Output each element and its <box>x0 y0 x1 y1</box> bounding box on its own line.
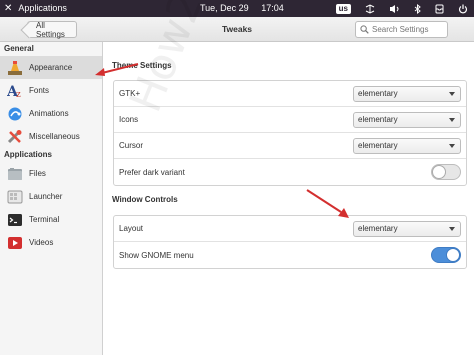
sidebar-item-appearance[interactable]: Appearance <box>0 56 102 79</box>
icons-row: Icons elementary <box>114 107 466 133</box>
gtk-row: GTK+ elementary <box>114 81 466 107</box>
date-label: Tue, Dec 29 <box>200 3 249 13</box>
icons-label: Icons <box>119 115 139 124</box>
clock[interactable]: Tue, Dec 29 17:04 <box>200 0 294 17</box>
time-label: 17:04 <box>261 3 284 13</box>
chevron-down-icon <box>449 144 455 148</box>
videos-icon <box>7 235 23 251</box>
sidebar-item-label: Terminal <box>29 215 60 224</box>
sidebar-item-files[interactable]: Files <box>0 162 102 185</box>
search-input[interactable] <box>369 25 445 34</box>
svg-text:z: z <box>16 90 21 99</box>
gtk-theme-value: elementary <box>358 89 398 98</box>
cursor-row: Cursor elementary <box>114 133 466 159</box>
appearance-icon <box>7 60 23 76</box>
sidebar-section-general: General <box>4 44 34 53</box>
window-controls-title: Window Controls <box>112 195 178 204</box>
volume-icon[interactable] <box>389 0 400 17</box>
chevron-down-icon <box>449 92 455 96</box>
gnome-menu-row: Show GNOME menu <box>114 242 466 268</box>
header-bar: All Settings Tweaks <box>0 17 474 42</box>
sidebar-item-animations[interactable]: Animations <box>0 102 102 125</box>
cursor-theme-value: elementary <box>358 141 398 150</box>
main-content: Theme Settings GTK+ elementary Icons ele… <box>104 42 474 355</box>
icons-theme-dropdown[interactable]: elementary <box>353 112 461 128</box>
dark-variant-label: Prefer dark variant <box>119 167 185 177</box>
sidebar-item-terminal[interactable]: Terminal <box>0 208 102 231</box>
close-icon[interactable]: ✕ <box>4 0 12 17</box>
notifications-icon[interactable] <box>435 0 444 17</box>
cursor-label: Cursor <box>119 141 144 150</box>
sidebar-item-label: Appearance <box>29 63 73 72</box>
layout-dropdown[interactable]: elementary <box>353 221 461 237</box>
files-icon <box>7 166 23 182</box>
search-icon <box>360 21 369 39</box>
cursor-theme-dropdown[interactable]: elementary <box>353 138 461 154</box>
theme-settings-title: Theme Settings <box>112 61 172 70</box>
network-icon[interactable] <box>365 0 375 17</box>
system-tray: us <box>335 0 468 17</box>
chevron-down-icon <box>449 118 455 122</box>
all-settings-button[interactable]: All Settings <box>27 20 77 39</box>
sidebar: General Appearance Az Fonts Animations M… <box>0 42 103 355</box>
gtk-theme-dropdown[interactable]: elementary <box>353 86 461 102</box>
applications-label: Applications <box>18 3 67 13</box>
gtk-label: GTK+ <box>119 89 141 98</box>
switch-knob <box>446 248 460 262</box>
power-icon[interactable] <box>458 0 468 17</box>
sidebar-item-videos[interactable]: Videos <box>0 231 102 254</box>
tweaks-window: ✕ Applications Tue, Dec 29 17:04 us All … <box>0 0 474 355</box>
icons-theme-value: elementary <box>358 115 398 124</box>
animations-icon <box>7 106 23 122</box>
layout-row: Layout elementary <box>114 216 466 242</box>
all-settings-label: All Settings <box>36 20 65 39</box>
layout-value: elementary <box>358 224 398 233</box>
dark-variant-row: Prefer dark variant <box>114 159 466 185</box>
sidebar-item-label: Launcher <box>29 192 63 201</box>
window-controls-card: Layout elementary Show GNOME menu <box>113 215 467 269</box>
chevron-down-icon <box>449 227 455 231</box>
sidebar-item-label: Files <box>29 169 46 178</box>
terminal-icon <box>7 212 23 228</box>
applications-menu[interactable]: ✕ Applications <box>4 0 67 17</box>
theme-settings-card: GTK+ elementary Icons elementary Cursor … <box>113 80 467 186</box>
launcher-icon <box>7 189 23 205</box>
sidebar-item-label: Videos <box>29 238 54 247</box>
dark-variant-switch[interactable] <box>431 164 461 180</box>
switch-knob <box>432 165 446 179</box>
fonts-icon: Az <box>7 83 23 99</box>
bluetooth-icon[interactable] <box>414 0 421 17</box>
gnome-menu-switch[interactable] <box>431 247 461 263</box>
sidebar-item-label: Animations <box>29 109 69 118</box>
keyboard-layout-indicator[interactable]: us <box>335 3 351 14</box>
sidebar-section-applications: Applications <box>4 150 53 159</box>
gnome-menu-label: Show GNOME menu <box>119 250 194 260</box>
miscellaneous-icon <box>7 129 23 145</box>
top-panel: ✕ Applications Tue, Dec 29 17:04 us <box>0 0 474 17</box>
sidebar-item-launcher[interactable]: Launcher <box>0 185 102 208</box>
sidebar-item-label: Fonts <box>29 86 50 95</box>
sidebar-item-fonts[interactable]: Az Fonts <box>0 79 102 102</box>
sidebar-item-miscellaneous[interactable]: Miscellaneous <box>0 125 102 148</box>
search-box[interactable] <box>355 21 448 38</box>
sidebar-item-label: Miscellaneous <box>29 132 80 141</box>
layout-label: Layout <box>119 224 144 233</box>
